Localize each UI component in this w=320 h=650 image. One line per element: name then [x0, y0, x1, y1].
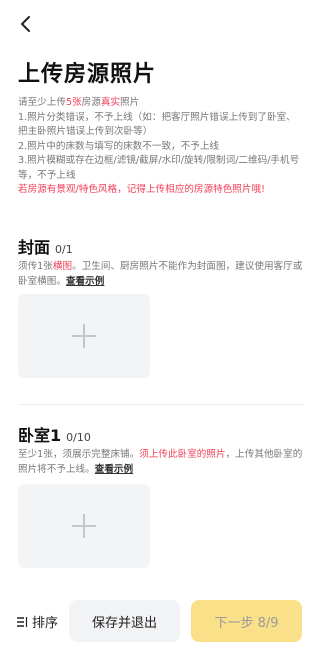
bedroom-description: 至少1张，须展示完整床铺。须上传此卧室的照片，上传其他卧室的照片将不予上线。查看…: [18, 449, 303, 475]
bottom-action-bar: 排序 保存并退出 下一步 8/9: [0, 592, 320, 650]
cover-photo-count: 0/1: [55, 243, 73, 256]
sort-icon: [17, 616, 28, 627]
sort-button[interactable]: 排序: [16, 612, 58, 631]
plus-icon: [72, 514, 96, 538]
cover-view-example-link[interactable]: 查看示例: [66, 276, 104, 287]
requirement-line-2: 1.照片分类错误，不予上线（如：把客厅照片错误上传到了卧室、把主卧照片错误上传到…: [18, 111, 296, 138]
upload-requirements: 请至少上传5张房源真实照片 1.照片分类错误，不予上线（如：把客厅照片错误上传到…: [18, 96, 304, 198]
cover-description: 须传1张横图。卫生间、厨房照片不能作为封面图，建议使用客厅或卧室横图。查看示例: [18, 261, 303, 287]
cover-section-title: 封面 0/1: [18, 238, 73, 257]
save-and-exit-button[interactable]: 保存并退出: [69, 600, 180, 642]
back-button[interactable]: [14, 12, 38, 36]
requirement-line-3: 2.照片中的床数与填写的床数不一致，不予上线: [18, 140, 220, 152]
page-title: 上传房源照片: [18, 62, 157, 87]
feature-photo-tip: 若房源有景观/特色风格，记得上传相应的房源特色照片哦!: [18, 184, 265, 195]
chevron-left-icon: [21, 16, 30, 32]
section-divider: [18, 404, 304, 405]
plus-icon: [72, 324, 96, 348]
requirement-line-4: 3.照片模糊或存在边框/滤镜/截屏/水印/旋转/限制词/二维码/手机号等，不予上…: [18, 155, 300, 181]
bedroom-section-title: 卧室1 0/10: [18, 426, 91, 445]
sort-label: 排序: [32, 616, 59, 631]
bedroom-upload-slot[interactable]: [18, 484, 150, 568]
cover-upload-slot[interactable]: [18, 294, 150, 378]
requirement-line-1: 请至少上传5张房源真实照片: [18, 97, 140, 108]
bedroom-view-example-link[interactable]: 查看示例: [95, 464, 133, 475]
next-step-button[interactable]: 下一步 8/9: [191, 600, 302, 642]
bedroom-photo-count: 0/10: [66, 431, 91, 444]
